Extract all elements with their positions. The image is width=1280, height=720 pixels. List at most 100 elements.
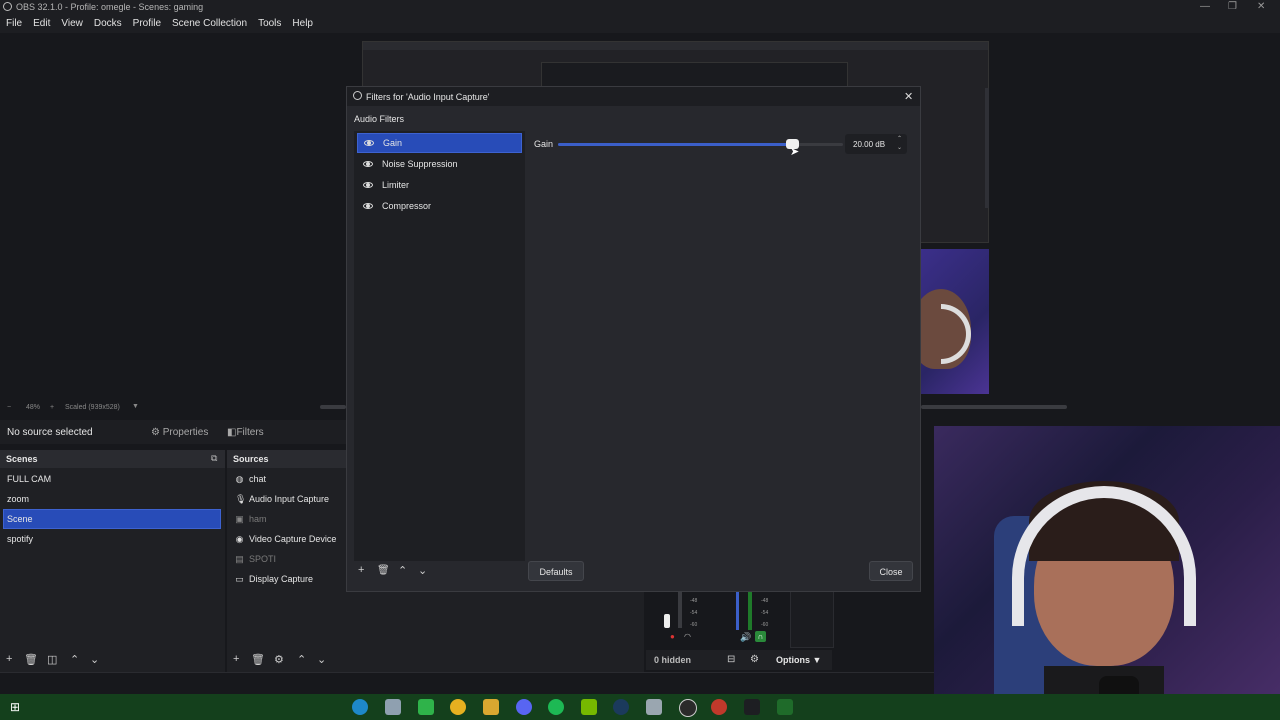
menu-profile[interactable]: Profile [127, 15, 166, 33]
filter-item-compressor[interactable]: Compressor [357, 197, 520, 215]
menu-tools[interactable]: Tools [252, 15, 286, 33]
gain-slider-fill [558, 143, 792, 146]
add-scene-icon[interactable]: + [6, 653, 12, 665]
remove-filter-icon[interactable]: 🗑 [377, 565, 390, 576]
filter-item-noise-suppression[interactable]: Noise Suppression [357, 155, 520, 173]
minimize-icon[interactable]: — [1200, 1, 1210, 12]
scene-item-scene[interactable]: Scene [3, 509, 221, 529]
windows-taskbar: ⊞ [0, 694, 1280, 720]
gain-db-spinbox[interactable]: 20.00 dB ⌃ ⌄ [845, 134, 907, 154]
visibility-eye-icon[interactable] [363, 161, 373, 167]
add-source-icon[interactable]: + [233, 653, 239, 665]
visibility-eye-icon[interactable] [364, 140, 374, 146]
discord-icon[interactable] [516, 699, 532, 715]
filter-item-gain[interactable]: Gain [357, 133, 522, 153]
folder-icon[interactable] [483, 699, 499, 715]
filters-dialog: Filters for 'Audio Input Capture' ✕ Audi… [346, 86, 921, 592]
spotify-icon[interactable] [548, 699, 564, 715]
app2-icon[interactable] [646, 699, 662, 715]
close-window-icon[interactable]: ✕ [1257, 1, 1265, 12]
move-down-icon[interactable]: ⌄ [90, 653, 99, 666]
properties-button[interactable]: ⚙ Properties [151, 427, 208, 438]
options-button[interactable]: Options ▼ [776, 655, 821, 665]
scene-filter-icon[interactable]: ◫ [47, 653, 57, 666]
nvidia-icon[interactable] [581, 699, 597, 715]
app3-icon[interactable] [711, 699, 727, 715]
speaker-icon[interactable]: 🔊 [740, 632, 751, 643]
scenes-dock: Scenes ⧉ FULL CAM zoom Scene spotify + 🗑… [0, 450, 225, 673]
source-item-display-capture[interactable]: ▭ Display Capture [231, 570, 313, 588]
zoom-level: 48% [26, 404, 41, 411]
mixer-settings-icon[interactable]: ⚙ [750, 654, 759, 665]
defaults-button[interactable]: Defaults [528, 561, 584, 581]
app4-icon[interactable] [777, 699, 793, 715]
source-item-ham[interactable]: ▣ ham [231, 510, 266, 528]
remove-source-icon[interactable]: 🗑 [251, 653, 265, 666]
layout-icon[interactable]: ⊟ [727, 654, 735, 665]
visibility-eye-icon[interactable] [363, 203, 373, 209]
window-title: OBS 32.1.0 - Profile: omegle - Scenes: g… [16, 2, 204, 12]
volume-fader-handle[interactable] [664, 614, 670, 628]
menu-docks[interactable]: Docks [88, 15, 127, 33]
webcam-preview-thumbnail [911, 249, 989, 394]
filter-up-icon[interactable]: ⌃ [398, 564, 407, 577]
scene-item-spotify[interactable]: spotify [4, 530, 220, 548]
menu-help[interactable]: Help [286, 15, 318, 33]
source-settings-icon[interactable]: ⚙ [274, 653, 284, 666]
source-toolbar: No source selected ⚙ Properties ◧Filters [0, 420, 346, 444]
move-up-icon[interactable]: ⌃ [70, 653, 79, 666]
source-item-chat[interactable]: ◍ chat [231, 470, 266, 488]
remove-scene-icon[interactable]: 🗑 [24, 653, 38, 666]
scene-item-full-cam[interactable]: FULL CAM [4, 470, 220, 488]
app-icon[interactable] [385, 699, 401, 715]
zoom-out-icon[interactable]: − [7, 404, 11, 411]
filter-item-limiter[interactable]: Limiter [357, 176, 520, 194]
monitor-app-icon[interactable] [744, 699, 760, 715]
source-item-video-capture[interactable]: ◉ Video Capture Device [231, 530, 337, 548]
monitor-icon: ▭ [235, 573, 244, 584]
app-green-icon[interactable] [418, 699, 434, 715]
headphones-active-icon[interactable]: ∩ [755, 631, 766, 642]
audio-mixer: -48 -54 -60 ● ◠ -48 -54 -60 🔊 ∩ [646, 590, 834, 648]
steam-icon[interactable] [613, 699, 629, 715]
mixer-meter-green [748, 592, 752, 630]
gain-slider[interactable] [558, 139, 843, 149]
mute-icon[interactable]: ● [670, 632, 675, 641]
preview-toolbar: − 48% + Scaled (939x528) ▼ [0, 401, 346, 415]
edge-icon[interactable] [352, 699, 368, 715]
filters-button[interactable]: ◧Filters [227, 427, 264, 438]
dialog-title-bar: Filters for 'Audio Input Capture' ✕ [347, 87, 920, 106]
source-item-audio-input[interactable]: 🎙 Audio Input Capture [231, 490, 329, 508]
status-bar [0, 672, 934, 695]
audio-filter-list: Gain Noise Suppression Limiter Compresso… [354, 131, 525, 561]
restore-icon[interactable]: ❐ [1228, 1, 1237, 12]
monitor-headphone-icon[interactable]: ◠ [684, 632, 691, 641]
mouse-cursor-icon: ➤ [790, 146, 800, 158]
camera-icon: ◉ [235, 533, 244, 544]
scenes-header: Scenes [0, 451, 225, 468]
image-icon: ▣ [235, 513, 244, 524]
menu-view[interactable]: View [55, 15, 88, 33]
source-up-icon[interactable]: ⌃ [297, 653, 306, 666]
source-item-spoti[interactable]: ▤ SPOTI [231, 550, 276, 568]
add-filter-icon[interactable]: + [358, 564, 364, 576]
spin-down-icon[interactable]: ⌄ [897, 144, 902, 151]
scene-item-zoom[interactable]: zoom [4, 490, 220, 508]
menu-scene-collection[interactable]: Scene Collection [166, 15, 252, 33]
hidden-count: 0 hidden [654, 655, 692, 665]
menu-edit[interactable]: Edit [27, 15, 55, 33]
zoom-in-icon[interactable]: + [50, 404, 54, 411]
dock-menu-icon[interactable]: ⧉ [211, 453, 217, 464]
spin-up-icon[interactable]: ⌃ [897, 135, 902, 142]
close-dialog-icon[interactable]: ✕ [904, 90, 913, 103]
obs-taskbar-icon[interactable] [679, 699, 697, 717]
filter-down-icon[interactable]: ⌄ [418, 564, 427, 577]
scale-dropdown-icon[interactable]: ▼ [132, 403, 139, 410]
globe-icon: ◍ [235, 473, 244, 484]
close-button[interactable]: Close [869, 561, 913, 581]
menu-file[interactable]: File [0, 15, 27, 33]
chrome-icon[interactable] [450, 699, 466, 715]
source-down-icon[interactable]: ⌄ [317, 653, 326, 666]
visibility-eye-icon[interactable] [363, 182, 373, 188]
windows-start-icon[interactable]: ⊞ [10, 700, 20, 714]
